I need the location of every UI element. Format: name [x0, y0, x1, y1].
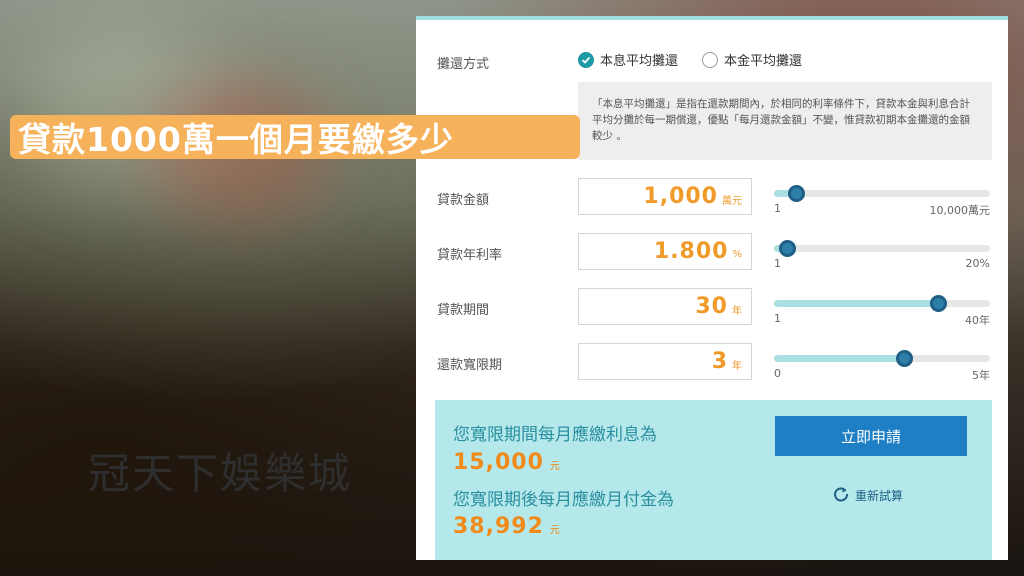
- interest-rate-unit: %: [732, 249, 742, 260]
- radio-equal-payment-label: 本息平均攤還: [600, 54, 679, 69]
- grace-period-slider[interactable]: 0 5年: [774, 347, 990, 382]
- slider-min-label: 1: [774, 257, 781, 270]
- interest-rate-slider[interactable]: 1 20%: [774, 237, 990, 270]
- grace-period-label: 還款寬限期: [437, 358, 503, 373]
- slider-max-label: 10,000萬元: [929, 204, 991, 217]
- result-box: 您寬限期間每月應繳利息為 15,000 元 您寬限期後每月應繳月付金為 38,99…: [435, 400, 992, 560]
- loan-amount-slider[interactable]: 1 10,000萬元: [774, 182, 990, 217]
- refresh-icon: [833, 486, 849, 505]
- recalculate-label: 重新試算: [855, 489, 904, 503]
- empty-circle-icon: [702, 51, 719, 68]
- slider-max-label: 20%: [965, 257, 990, 270]
- monthly-payment-amount: 38,992 元: [453, 514, 561, 539]
- loan-term-value: 30: [695, 294, 728, 319]
- loan-amount-value: 1,000: [643, 184, 718, 209]
- monthly-payment-value: 38,992: [453, 514, 544, 539]
- radio-equal-payment[interactable]: 本息平均攤還: [578, 50, 678, 69]
- slider-handle[interactable]: [895, 350, 913, 367]
- slider-handle[interactable]: [930, 295, 948, 312]
- slider-max-label: 5年: [972, 369, 990, 382]
- slider-max-label: 40年: [965, 314, 990, 327]
- radio-equal-principal-label: 本金平均攤還: [724, 54, 803, 69]
- slider-min-label: 1: [774, 312, 781, 325]
- grace-period-unit: 年: [732, 361, 742, 372]
- loan-term-unit: 年: [732, 306, 742, 317]
- watermark-text: 冠天下娛樂城: [88, 449, 353, 498]
- repay-method-label: 攤還方式: [437, 57, 490, 72]
- recalculate-button[interactable]: 重新試算: [833, 486, 903, 505]
- currency-unit: 元: [549, 461, 561, 472]
- grace-interest-label: 您寬限期間每月應繳利息為: [453, 425, 657, 445]
- loan-calculator-panel: 攤還方式 本息平均攤還 本金平均攤還 「本息平均攤還」是指在還款期間內，於相同的…: [416, 16, 1008, 560]
- interest-rate-value: 1.800: [653, 239, 729, 264]
- slider-handle[interactable]: [778, 240, 796, 257]
- currency-unit: 元: [549, 525, 561, 536]
- repay-method-description: 「本息平均攤還」是指在還款期間內，於相同的利率條件下，貸款本金與利息合計平均分攤…: [578, 82, 992, 160]
- slider-handle[interactable]: [787, 185, 805, 202]
- slider-min-label: 1: [774, 202, 781, 215]
- loan-term-label: 貸款期間: [437, 303, 490, 318]
- radio-equal-principal[interactable]: 本金平均攤還: [702, 50, 802, 69]
- loan-term-input[interactable]: 30 年: [578, 288, 752, 325]
- interest-rate-label: 貸款年利率: [437, 248, 503, 263]
- grace-interest-amount: 15,000 元: [453, 450, 561, 475]
- slider-track: [774, 190, 990, 197]
- slider-track: [774, 245, 990, 252]
- grace-period-input[interactable]: 3 年: [578, 343, 752, 380]
- slider-fill: [774, 300, 939, 307]
- loan-amount-input[interactable]: 1,000 萬元: [578, 178, 752, 215]
- monthly-payment-label: 您寬限期後每月應繳月付金為: [453, 490, 674, 510]
- slider-fill: [774, 355, 904, 362]
- loan-amount-label: 貸款金額: [437, 193, 490, 208]
- loan-amount-unit: 萬元: [722, 196, 742, 207]
- slider-min-label: 0: [774, 367, 781, 380]
- headline-banner: 貸款1000萬一個月要繳多少: [10, 115, 580, 159]
- grace-period-value: 3: [711, 349, 728, 374]
- check-circle-icon: [578, 51, 594, 68]
- headline-text: 貸款1000萬一個月要繳多少: [18, 120, 454, 159]
- loan-term-slider[interactable]: 1 40年: [774, 292, 990, 327]
- apply-now-button[interactable]: 立即申請: [775, 416, 967, 456]
- interest-rate-input[interactable]: 1.800 %: [578, 233, 752, 270]
- grace-interest-value: 15,000: [453, 450, 544, 475]
- repay-method-radio-group: 本息平均攤還 本金平均攤還: [578, 50, 802, 69]
